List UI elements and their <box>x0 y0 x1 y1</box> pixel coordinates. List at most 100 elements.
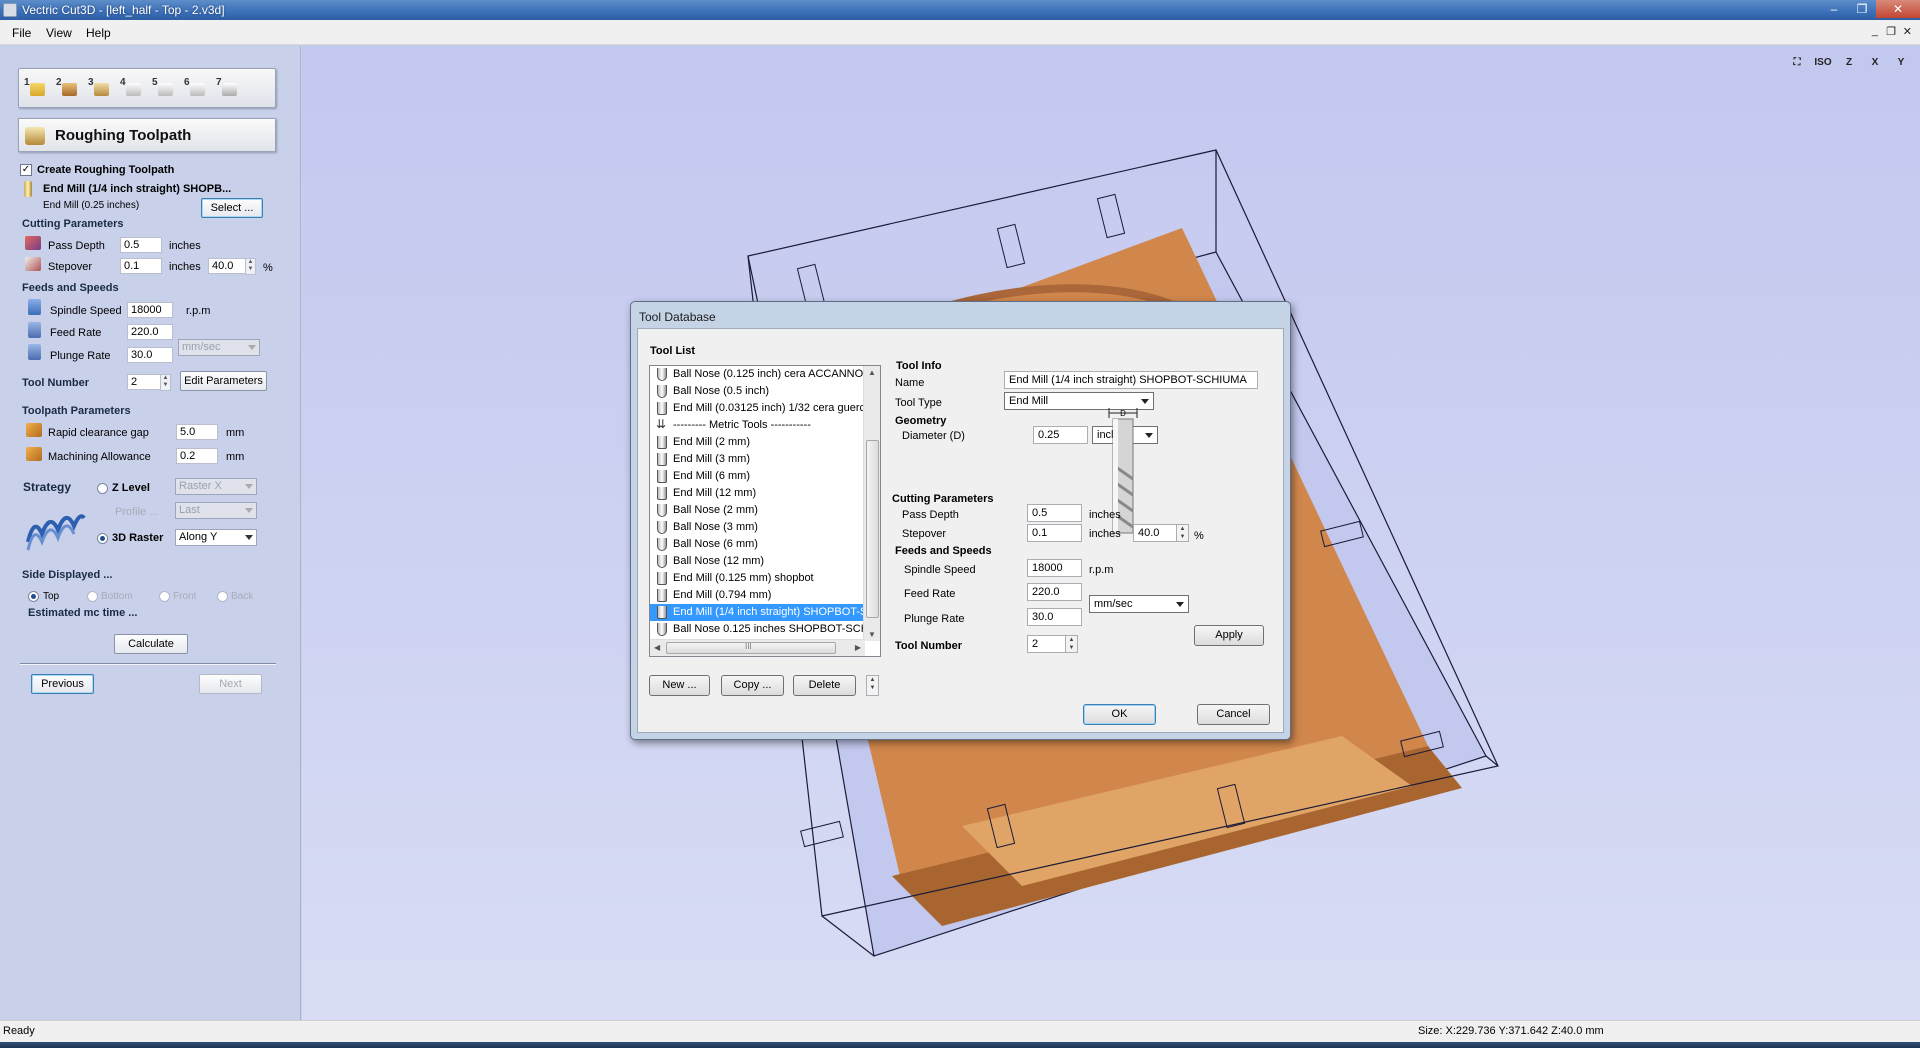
zoom-fit-icon[interactable]: ⛶ <box>1786 54 1808 72</box>
previous-button[interactable]: Previous <box>31 674 94 694</box>
side-back-label: Back <box>231 591 254 602</box>
tool-list-item[interactable]: End Mill (1/4 inch straight) SHOPBOT-SCH… <box>650 604 864 621</box>
step-2-button[interactable]: 2 <box>55 77 79 99</box>
bounding-box-edge <box>821 915 875 957</box>
feed-rate-input[interactable]: 220.0 <box>1027 583 1082 601</box>
mdi-restore-button[interactable]: ❐ <box>1886 25 1896 38</box>
tool-list-item[interactable]: Ball Nose (0.5 inch) <box>650 383 864 400</box>
tool-number-spinner[interactable]: ▲ ▼ <box>1065 635 1078 653</box>
pass-depth-input[interactable]: 0.5 <box>120 237 162 253</box>
x-view-icon[interactable]: X <box>1864 54 1886 72</box>
tool-list-item[interactable]: End Mill (3 mm) <box>650 451 864 468</box>
step-1-button[interactable]: 1 <box>23 77 47 99</box>
apply-button[interactable]: Apply <box>1194 625 1264 646</box>
edit-parameters-button[interactable]: Edit Parameters <box>180 371 267 391</box>
mdi-minimize-button[interactable]: _ <box>1872 25 1878 37</box>
tool-list-hscrollbar[interactable]: ◀ III ▶ <box>650 639 865 656</box>
z-level-select: Raster X <box>175 478 257 495</box>
tool-number-spinner[interactable]: ▲ ▼ <box>160 374 171 391</box>
menu-help[interactable]: Help <box>86 26 111 40</box>
mdi-close-button[interactable]: ✕ <box>1903 25 1912 38</box>
rapid-clearance-input[interactable]: 5.0 <box>176 424 218 440</box>
tool-list-item[interactable]: End Mill (0.794 mm) <box>650 587 864 604</box>
menu-view[interactable]: View <box>46 26 72 40</box>
end-mill-icon <box>657 606 667 619</box>
scroll-left-arrow-icon[interactable]: ◀ <box>654 643 660 652</box>
z-level-radio[interactable] <box>97 483 108 494</box>
3d-raster-radio[interactable] <box>97 533 108 544</box>
close-button[interactable]: ✕ <box>1876 0 1920 18</box>
delete-tool-button[interactable]: Delete <box>793 675 856 696</box>
tool-list-item[interactable]: Ball Nose 0.125 inches SHOPBOT-SCHIUMA <box>650 621 864 638</box>
scroll-down-arrow-icon[interactable]: ▼ <box>868 630 876 639</box>
plunge-rate-icon <box>28 344 41 360</box>
tool-number-label: Tool Number <box>22 377 90 389</box>
select-tool-button[interactable]: Select ... <box>201 198 263 218</box>
tool-list-item-label: End Mill (6 mm) <box>673 470 751 482</box>
tool-list-item[interactable]: End Mill (0.125 mm) shopbot <box>650 570 864 587</box>
app-icon[interactable] <box>3 3 17 17</box>
ok-button[interactable]: OK <box>1083 704 1156 725</box>
step-6-button[interactable]: 6 <box>183 77 207 99</box>
step-5-button[interactable]: 5 <box>151 77 175 99</box>
new-tool-button[interactable]: New ... <box>649 675 710 696</box>
stepover-percent-spinner[interactable]: ▲ ▼ <box>245 258 256 275</box>
scroll-up-arrow-icon[interactable]: ▲ <box>868 368 876 377</box>
calculate-button[interactable]: Calculate <box>114 634 188 654</box>
tool-list-item[interactable]: Ball Nose (6 mm) <box>650 536 864 553</box>
y-view-icon[interactable]: Y <box>1890 54 1912 72</box>
spindle-speed-input[interactable]: 18000 <box>1027 559 1082 577</box>
tool-list-vscrollbar[interactable]: ▲ ▼ <box>863 366 880 641</box>
tool-order-spinner[interactable]: ▲ ▼ <box>866 675 879 696</box>
tool-list-item[interactable]: End Mill (12 mm) <box>650 485 864 502</box>
restore-button[interactable]: ❐ <box>1848 0 1876 18</box>
plunge-rate-input[interactable]: 30.0 <box>127 347 173 363</box>
3d-raster-direction-select[interactable]: Along Y <box>175 529 257 546</box>
scroll-right-arrow-icon[interactable]: ▶ <box>855 643 861 652</box>
tool-number-input[interactable]: 2 <box>1027 635 1066 653</box>
cancel-button[interactable]: Cancel <box>1197 704 1270 725</box>
iso-view-icon[interactable]: ISO <box>1812 54 1834 72</box>
tool-list-item[interactable]: Ball Nose (3 mm) <box>650 519 864 536</box>
diameter-input[interactable]: 0.25 <box>1033 426 1088 444</box>
stepover-label: Stepover <box>902 528 947 540</box>
tool-list-item[interactable]: End Mill (6 mm) <box>650 468 864 485</box>
tool-list-item[interactable]: --------- Metric Tools ----------- <box>650 417 864 434</box>
scroll-grip-icon: III <box>745 642 752 651</box>
step-4-button[interactable]: 4 <box>119 77 143 99</box>
tool-list[interactable]: Ball Nose 0.125 inches SHOPBOT-SCHIUMA En… <box>649 365 881 657</box>
minimize-button[interactable]: – <box>1820 0 1848 18</box>
copy-tool-button[interactable]: Copy ... <box>721 675 784 696</box>
feed-rate-input[interactable]: 220.0 <box>127 324 173 340</box>
side-bottom-radio <box>87 591 98 602</box>
tool-list-item[interactable]: Ball Nose (12 mm) <box>650 553 864 570</box>
stepover-percent-input[interactable]: 40.0 <box>208 258 246 274</box>
spindle-speed-input[interactable]: 18000 <box>127 302 173 318</box>
geometry-label: Geometry <box>895 415 947 427</box>
plunge-rate-input[interactable]: 30.0 <box>1027 608 1082 626</box>
tool-list-item[interactable]: End Mill (2 mm) <box>650 434 864 451</box>
pass-depth-input[interactable]: 0.5 <box>1027 504 1082 522</box>
stepover-input[interactable]: 0.1 <box>120 258 162 274</box>
feed-rate-label: Feed Rate <box>904 588 956 600</box>
menu-file[interactable]: File <box>12 26 31 40</box>
z-view-icon[interactable]: Z <box>1838 54 1860 72</box>
create-roughing-checkbox[interactable]: ✓ <box>20 164 32 176</box>
tool-number-input[interactable]: 2 <box>127 374 161 390</box>
stepover-percent-input[interactable]: 40.0 <box>1133 524 1177 542</box>
tool-list-item[interactable]: Ball Nose (0.125 inch) cera ACCANNON <box>650 366 864 383</box>
step-3-button[interactable]: 3 <box>87 77 111 99</box>
step-7-button[interactable]: 7 <box>215 77 239 99</box>
rate-unit-select[interactable]: mm/sec <box>1089 595 1189 613</box>
end-mill-icon <box>657 487 667 500</box>
tool-list-item[interactable]: Ball Nose (2 mm) <box>650 502 864 519</box>
tool-name-input[interactable]: End Mill (1/4 inch straight) SHOPBOT-SCH… <box>1004 371 1258 389</box>
vscroll-thumb[interactable] <box>866 440 879 618</box>
end-mill-icon <box>24 181 32 197</box>
stepover-input[interactable]: 0.1 <box>1027 524 1082 542</box>
hscroll-thumb[interactable]: III <box>666 642 836 654</box>
side-top-radio[interactable] <box>28 591 39 602</box>
machining-allowance-input[interactable]: 0.2 <box>176 448 218 464</box>
tool-list-item[interactable]: End Mill (0.03125 inch) 1/32 cera guerci <box>650 400 864 417</box>
stepover-percent-spinner[interactable]: ▲ ▼ <box>1176 524 1189 542</box>
